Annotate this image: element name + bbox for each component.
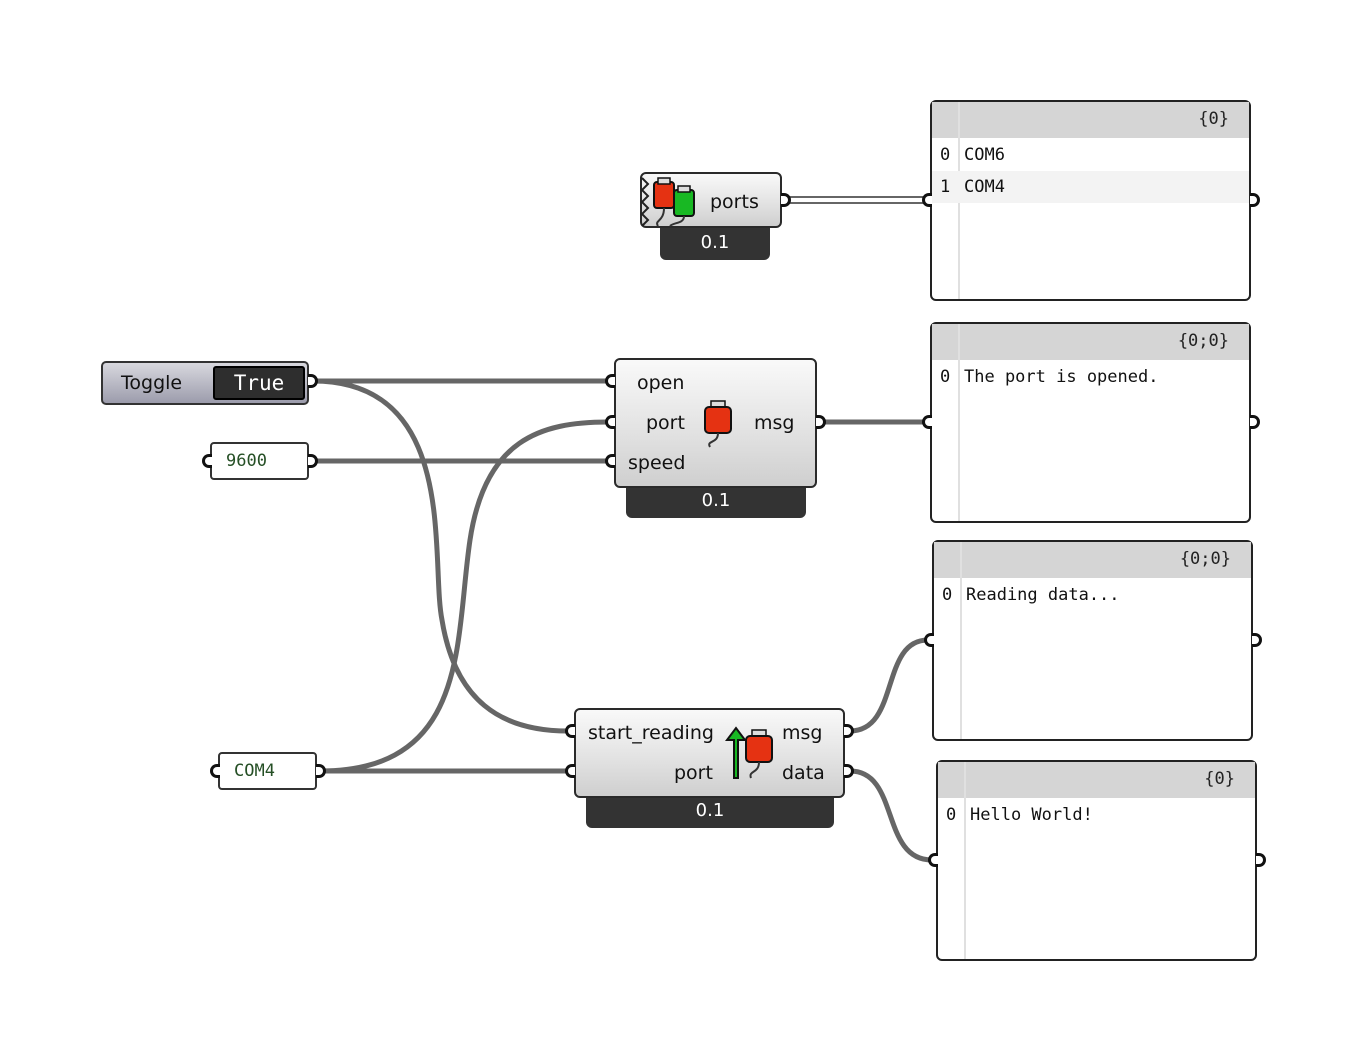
wire-read-data-to-panel: [847, 768, 935, 863]
read-input-port: port: [674, 762, 713, 784]
panel-path-header: {0;0}: [932, 324, 1249, 360]
open-input-open: open: [637, 372, 685, 394]
wire-com4-to-open-port: [317, 419, 611, 774]
list-item: 0 COM6: [940, 145, 1005, 165]
list-item: 0 The port is opened.: [940, 367, 1159, 387]
panel-ports-list[interactable]: {0} 0 COM6 1 COM4: [930, 100, 1251, 301]
panel-3-input-grip[interactable]: [924, 633, 934, 647]
panel-open-message[interactable]: {0;0} 0 The port is opened.: [930, 322, 1251, 523]
panel-2-input-grip[interactable]: [922, 415, 932, 429]
toggle-label: Toggle: [121, 372, 183, 394]
usb-plug-read-arrow-icon: [725, 726, 773, 779]
list-item: 0 Hello World!: [946, 805, 1093, 825]
open-port-component[interactable]: open port speed msg: [614, 358, 817, 488]
speed-input-grip[interactable]: [202, 454, 212, 468]
port-field-input-grip[interactable]: [210, 764, 220, 778]
toggle-value[interactable]: True: [213, 366, 305, 400]
read-input-start-reading: start_reading: [588, 722, 714, 744]
panel-read-data[interactable]: {0} 0 Hello World!: [936, 760, 1257, 961]
panel-1-input-grip[interactable]: [922, 193, 932, 207]
speed-value-panel[interactable]: 9600: [210, 442, 309, 480]
open-input-speed-grip[interactable]: [605, 454, 615, 468]
read-output-msg: msg: [782, 722, 823, 744]
panel-path-header: {0}: [938, 762, 1255, 798]
wire-toggle-to-start-reading: [310, 378, 571, 734]
read-serial-component[interactable]: start_reading port msg data: [574, 708, 845, 798]
open-input-port: port: [646, 412, 685, 434]
panel-path-header: {0;0}: [934, 542, 1251, 578]
read-input-port-grip[interactable]: [565, 764, 575, 778]
index-column: [960, 542, 962, 739]
usb-plug-red-icon: [704, 400, 732, 448]
boolean-toggle[interactable]: Toggle True: [101, 361, 309, 405]
index-column: [964, 762, 966, 959]
wire-read-msg-to-panel: [847, 637, 931, 734]
list-item: 1 COM4: [932, 171, 1249, 203]
open-input-port-grip[interactable]: [605, 415, 615, 429]
open-output-msg: msg: [754, 412, 795, 434]
open-input-speed: speed: [628, 452, 686, 474]
ports-output-label: ports: [710, 191, 759, 213]
list-item: 0 Reading data...: [942, 585, 1120, 605]
index-column: [958, 324, 960, 521]
read-input-start-reading-grip[interactable]: [565, 724, 575, 738]
usb-plug-red-green-icon: [640, 177, 695, 227]
panel-4-input-grip[interactable]: [928, 853, 938, 867]
open-input-open-grip[interactable]: [605, 374, 615, 388]
port-value-panel[interactable]: COM4: [218, 752, 317, 790]
panel-read-message[interactable]: {0;0} 0 Reading data...: [932, 540, 1253, 741]
ports-component[interactable]: ports: [640, 172, 782, 228]
read-output-data: data: [782, 762, 825, 784]
panel-path-header: {0}: [932, 102, 1249, 138]
